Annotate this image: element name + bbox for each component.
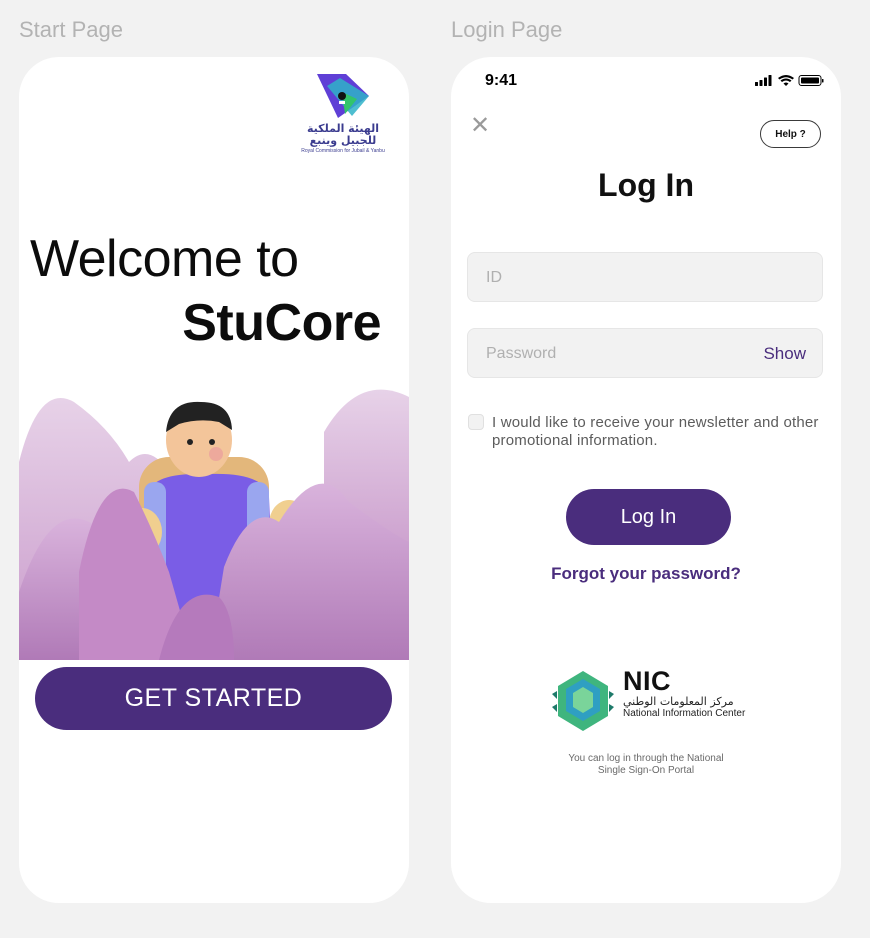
start-page-frame-label: Start Page: [19, 17, 123, 42]
forgot-password-link[interactable]: Forgot your password?: [451, 564, 841, 584]
get-started-button[interactable]: GET STARTED: [35, 667, 392, 730]
id-input[interactable]: [484, 253, 748, 303]
nic-emblem-icon: [552, 671, 614, 731]
password-field-container: Show: [467, 328, 823, 379]
page-title: Log In: [598, 167, 694, 203]
password-input[interactable]: [484, 329, 748, 379]
status-bar: 9:41: [451, 57, 841, 105]
sso-caption-line2: Single Sign-On Portal: [597, 765, 695, 776]
login-page-frame-label: Login Page: [451, 17, 563, 42]
welcome-heading: Welcome to: [30, 230, 299, 288]
status-icons: [755, 74, 825, 93]
start-page-screen: الهيئة الملكية للجبيل وينبع Royal Commis…: [19, 57, 409, 903]
nic-english-name: National Information Center: [623, 708, 746, 719]
royal-commission-logo: الهيئة الملكية للجبيل وينبع Royal Commis…: [297, 72, 389, 154]
id-field-container: [467, 252, 823, 303]
app-name-heading: StuCore: [182, 294, 381, 352]
newsletter-checkbox[interactable]: [468, 414, 484, 430]
character-illustration: [19, 389, 409, 660]
royal-commission-emblem-icon: [317, 74, 369, 118]
wifi-icon: [778, 75, 794, 86]
newsletter-consent-label: I would like to receive your newsletter …: [492, 414, 819, 449]
nic-sso-logo[interactable]: NIC مركز المعلومات الوطني National Infor…: [548, 657, 752, 735]
logo-english-text: Royal Commission for Jubail & Yanbu: [301, 148, 385, 154]
logo-arabic-line2: للجبيل وينبع: [309, 134, 377, 147]
login-page-screen: 9:41 ✕ Help ? Log In ID Show I would lik…: [451, 57, 841, 903]
sso-caption: You can log in through the National Sing…: [451, 753, 841, 777]
status-time: 9:41: [485, 72, 518, 89]
signal-icon: [755, 75, 772, 86]
help-button[interactable]: Help ?: [760, 120, 821, 148]
battery-icon: [798, 75, 824, 86]
login-button[interactable]: Log In: [566, 489, 731, 545]
nic-arabic-name: مركز المعلومات الوطني: [623, 695, 734, 708]
sso-caption-line1: You can log in through the National: [568, 753, 724, 764]
show-password-toggle[interactable]: Show: [763, 344, 806, 364]
close-icon[interactable]: ✕: [470, 114, 490, 138]
nic-abbreviation: NIC: [623, 666, 671, 696]
